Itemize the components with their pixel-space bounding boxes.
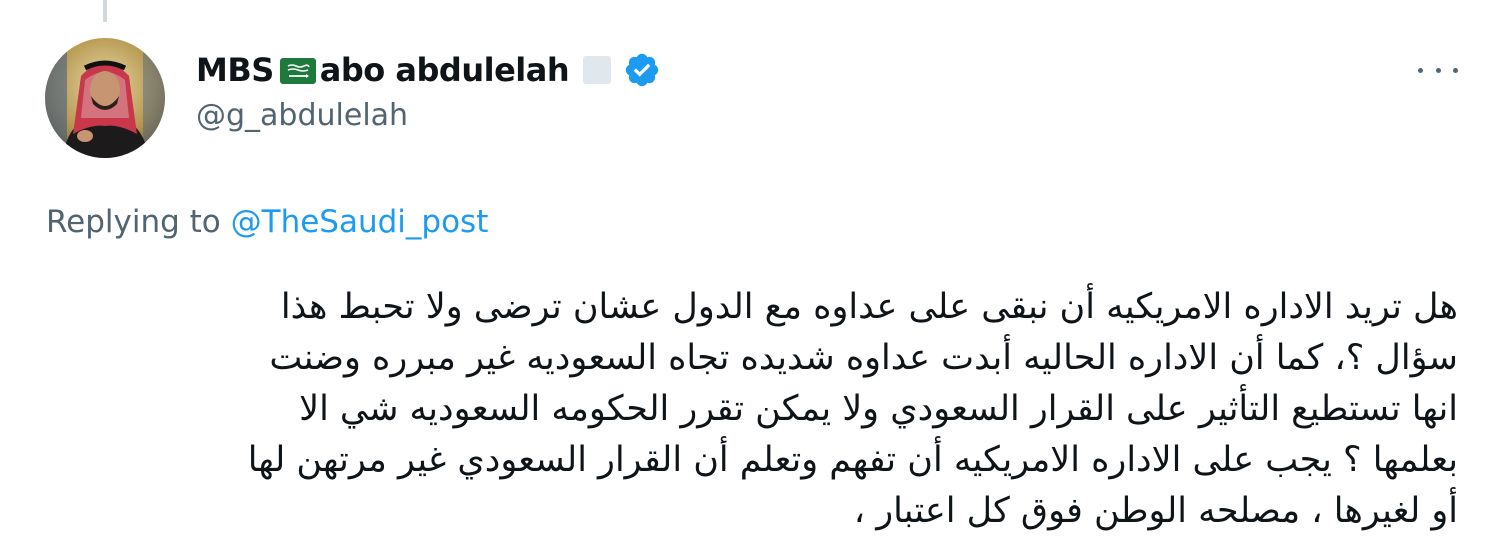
avatar-image: [45, 38, 165, 158]
display-name-prefix: MBS: [196, 51, 274, 89]
more-options-dot: [1435, 67, 1441, 73]
more-options-dot: [1453, 67, 1458, 73]
tweet-text-line: بعلمها ؟ يجب على الاداره الامريكيه أن تف…: [247, 440, 1458, 480]
more-options-icon: [1418, 67, 1423, 73]
tweet-text-line: انها تستطيع التأثير على القرار السعودي و…: [299, 389, 1458, 429]
display-name-row[interactable]: MBS abo abdulelah: [196, 48, 661, 92]
thread-connector-line: [103, 0, 107, 22]
more-options-button[interactable]: [1418, 62, 1458, 78]
user-handle[interactable]: @g_abdulelah: [196, 98, 661, 133]
tweet-text-line: سؤال ؟، كما أن الاداره الحاليه أبدت عداو…: [269, 338, 1458, 378]
tweet-text: هل تريد الاداره الامريكيه أن نبقى على عد…: [46, 282, 1458, 537]
reply-context-prefix: Replying to: [46, 204, 221, 240]
verified-badge-icon[interactable]: [623, 51, 661, 89]
tweet-text-line: أو لغيرها ، مصلحه الوطن فوق كل اعتبار ،: [853, 491, 1458, 531]
display-name-suffix: abo abdulelah: [319, 51, 570, 89]
tweet-text-line: هل تريد الاداره الامريكيه أن نبقى على عد…: [280, 287, 1458, 327]
reply-mention-link[interactable]: @TheSaudi_post: [231, 204, 489, 240]
tweet-header: MBS abo abdulelah @g_abdulelah: [196, 48, 661, 133]
placeholder-square-icon: [583, 56, 612, 84]
reply-context: Replying to @TheSaudi_post: [46, 204, 488, 240]
avatar[interactable]: [45, 38, 165, 158]
saudi-flag-icon: [279, 58, 316, 84]
